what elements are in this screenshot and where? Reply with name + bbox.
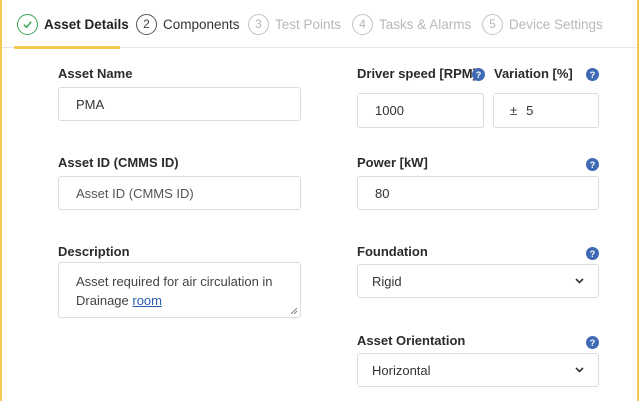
variation-help-icon[interactable]: ? xyxy=(586,68,599,81)
description-text-2: Drainage xyxy=(76,293,133,308)
asset-name-label: Asset Name xyxy=(58,66,133,81)
foundation-label: Foundation xyxy=(357,244,428,259)
driver-speed-label: Driver speed [RPM] xyxy=(357,66,477,81)
step-device-settings[interactable]: 5 Device Settings xyxy=(482,12,603,36)
asset-orientation-help-icon[interactable]: ? xyxy=(586,336,599,349)
variation-label: Variation [%] xyxy=(494,66,573,81)
description-line-2: Drainage room xyxy=(76,291,283,310)
variation-prefix: ± xyxy=(510,103,518,118)
step-number: 2 xyxy=(136,13,157,35)
power-help-icon[interactable]: ? xyxy=(586,158,599,171)
step-number: 5 xyxy=(482,13,503,35)
asset-name-value: PMA xyxy=(76,96,105,112)
step-components[interactable]: 2 Components xyxy=(136,12,240,36)
foundation-selected: Rigid xyxy=(372,273,402,289)
variation-input[interactable]: ± 5 xyxy=(493,93,599,128)
asset-orientation-label: Asset Orientation xyxy=(357,333,466,348)
asset-id-label: Asset ID (CMMS ID) xyxy=(58,155,179,170)
power-input[interactable]: 80 xyxy=(357,176,599,210)
asset-form-panel: Asset Details 2 Components 3 Test Points… xyxy=(0,0,639,401)
variation-value: 5 xyxy=(526,103,534,118)
step-label: Test Points xyxy=(275,16,342,32)
chevron-down-icon xyxy=(574,365,584,375)
check-icon xyxy=(17,13,38,35)
step-label: Asset Details xyxy=(44,16,129,32)
description-link[interactable]: room xyxy=(132,293,162,308)
wizard-stepper: Asset Details 2 Components 3 Test Points… xyxy=(2,0,637,49)
power-label: Power [kW] xyxy=(357,155,428,170)
step-asset-details[interactable]: Asset Details xyxy=(17,12,129,36)
asset-id-input[interactable]: Asset ID (CMMS ID) xyxy=(58,176,301,210)
foundation-select[interactable]: Rigid xyxy=(357,264,599,298)
step-tasks-alarms[interactable]: 4 Tasks & Alarms xyxy=(352,12,471,36)
driver-speed-help-icon[interactable]: ? xyxy=(472,68,485,81)
step-label: Device Settings xyxy=(509,16,603,32)
step-test-points[interactable]: 3 Test Points xyxy=(248,12,341,36)
description-label: Description xyxy=(58,244,130,259)
description-line-1: Asset required for air circulation in xyxy=(76,274,273,289)
description-textarea[interactable]: Asset required for air circulation in Dr… xyxy=(58,262,301,318)
asset-orientation-selected: Horizontal xyxy=(372,362,431,378)
resize-grip-icon[interactable] xyxy=(290,307,298,315)
step-label: Tasks & Alarms xyxy=(379,16,472,32)
active-step-indicator xyxy=(14,46,120,49)
driver-speed-input[interactable]: 1000 xyxy=(357,93,484,128)
asset-name-input[interactable]: PMA xyxy=(58,87,301,121)
chevron-down-icon xyxy=(574,276,584,286)
step-number: 3 xyxy=(248,13,269,35)
step-label: Components xyxy=(163,16,240,32)
foundation-help-icon[interactable]: ? xyxy=(586,247,599,260)
asset-id-placeholder: Asset ID (CMMS ID) xyxy=(76,185,194,201)
power-value: 80 xyxy=(375,185,390,201)
asset-orientation-select[interactable]: Horizontal xyxy=(357,353,599,387)
step-number: 4 xyxy=(352,13,373,35)
driver-speed-value: 1000 xyxy=(375,103,404,118)
